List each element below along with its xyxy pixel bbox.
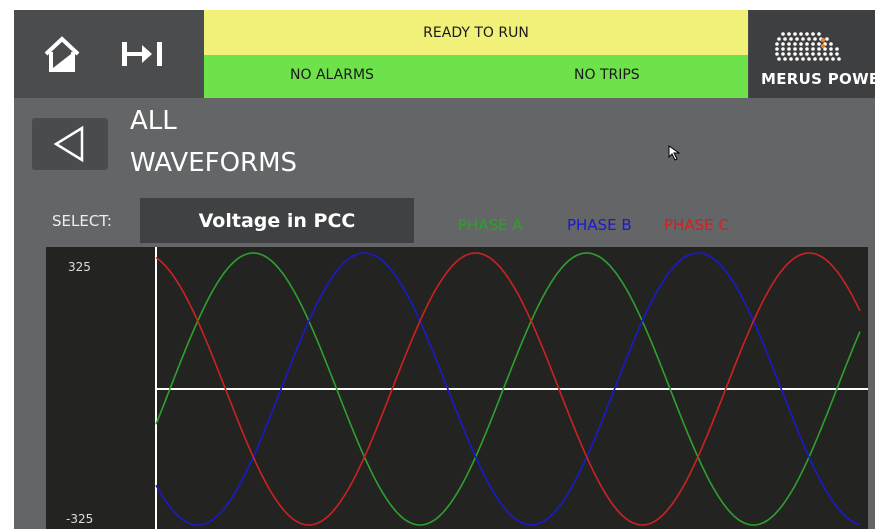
mouse-pointer-icon [668, 145, 681, 161]
waveform-chart: 325 -325 [46, 247, 868, 529]
alarms-status-text: NO ALARMS [290, 67, 374, 83]
waveform-chart-svg: 325 -325 [66, 247, 868, 529]
trips-status-text: NO TRIPS [574, 67, 640, 83]
brand-logo: MERUS POWE [749, 10, 875, 98]
select-label: SELECT: [52, 212, 112, 230]
top-bar: READY TO RUN NO ALARMS NO TRIPS MERUS PO… [14, 10, 875, 98]
legend-phase-c: PHASE C [664, 216, 729, 234]
back-arrow-icon [53, 125, 84, 163]
step-forward-icon [122, 42, 162, 66]
waveform-select-value: Voltage in PCC [198, 209, 356, 232]
page-title-line2: WAVEFORMS [130, 148, 298, 178]
home-button[interactable] [32, 24, 92, 84]
alarm-status-banner: NO ALARMS NO TRIPS [204, 55, 748, 98]
legend-phase-a: PHASE A [458, 216, 523, 234]
page-title-line1: ALL [130, 106, 177, 136]
run-status-text: READY TO RUN [423, 24, 529, 41]
y-tick-max: 325 [68, 260, 91, 274]
logo-text: MERUS POWE [761, 70, 875, 88]
run-status-banner: READY TO RUN [204, 10, 748, 55]
y-tick-min: -325 [66, 512, 93, 526]
waveform-select[interactable]: Voltage in PCC [140, 198, 414, 243]
back-button[interactable] [32, 118, 108, 170]
merus-logo-icon [775, 32, 841, 61]
step-forward-button[interactable] [114, 24, 174, 84]
app-frame: READY TO RUN NO ALARMS NO TRIPS MERUS PO… [14, 10, 875, 529]
mouse-pointer [668, 145, 684, 167]
legend-phase-b: PHASE B [567, 216, 632, 234]
home-icon [44, 36, 80, 72]
